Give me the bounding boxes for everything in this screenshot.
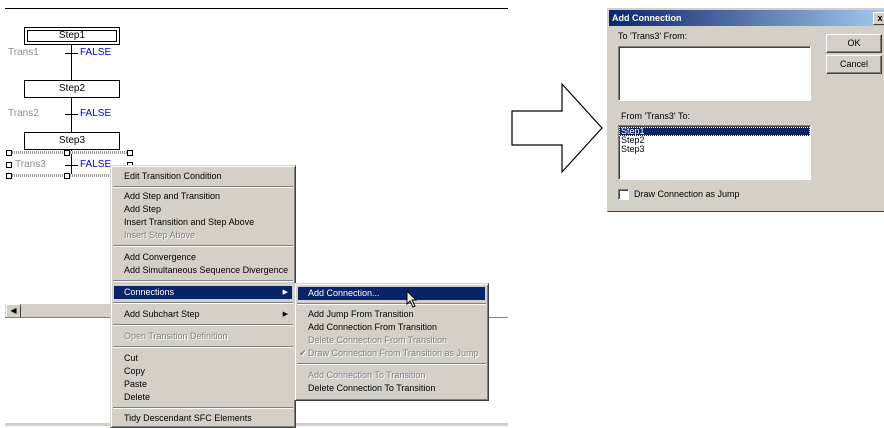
menu-item-add-subchart-step-label: Add Subchart Step — [124, 309, 200, 319]
context-menu: Edit Transition Condition Add Step and T… — [110, 165, 296, 428]
selection-handle[interactable] — [64, 173, 70, 179]
transition-1[interactable]: Trans1 FALSE — [8, 47, 128, 58]
menu-separator — [113, 407, 293, 409]
to-from-listbox[interactable] — [618, 46, 811, 101]
menu-separator — [113, 302, 293, 304]
menu-item-add-step[interactable]: Add Step — [114, 203, 292, 216]
step-1-label: Step1 — [58, 30, 86, 41]
menu-separator — [113, 346, 293, 348]
mouse-cursor-icon — [406, 290, 418, 308]
selection-handle[interactable] — [127, 150, 133, 156]
connections-submenu: Add Connection... Add Jump From Transiti… — [294, 283, 489, 401]
transition-2-value: FALSE — [80, 108, 112, 119]
menu-item-edit-transition-condition[interactable]: Edit Transition Condition — [114, 170, 292, 183]
menu-item-paste[interactable]: Paste — [114, 378, 292, 391]
arrow-right-icon — [511, 82, 603, 174]
scroll-left-icon[interactable]: ◀ — [6, 304, 21, 318]
transition-3-value: FALSE — [80, 159, 112, 170]
menu-item-add-connection[interactable]: Add Connection... — [298, 287, 485, 300]
menu-item-copy[interactable]: Copy — [114, 365, 292, 378]
to-list-label: To 'Trans3' From: — [618, 31, 688, 41]
menu-separator — [113, 186, 293, 188]
list-item[interactable]: Step1 — [619, 127, 810, 136]
selection-handle[interactable] — [6, 173, 12, 179]
menu-item-tidy-descendant-sfc-elements[interactable]: Tidy Descendant SFC Elements — [114, 412, 292, 425]
step-2-label: Step2 — [58, 83, 86, 94]
menu-separator — [297, 303, 486, 305]
draw-as-jump-checkbox[interactable] — [618, 189, 629, 200]
menu-separator — [113, 280, 293, 282]
check-icon: ✔ — [299, 348, 307, 358]
list-item[interactable]: Step3 — [619, 145, 810, 154]
step-3-label: Step3 — [58, 135, 86, 146]
step-2[interactable]: Step2 — [24, 80, 120, 98]
selection-hatch — [8, 151, 132, 154]
add-connection-dialog: Add Connection x To 'Trans3' From: From … — [607, 8, 884, 212]
menu-item-add-convergence[interactable]: Add Convergence — [114, 251, 292, 264]
menu-item-delete-connection-to-transition[interactable]: Delete Connection To Transition — [298, 382, 485, 395]
menu-item-delete[interactable]: Delete — [114, 391, 292, 404]
menu-item-connections-label: Connections — [124, 287, 175, 297]
transition-2-name: Trans2 — [8, 108, 39, 119]
transition-1-name: Trans1 — [8, 47, 39, 58]
step-1[interactable]: Step1 — [24, 27, 120, 45]
menu-item-draw-connection-as-jump: ✔ Draw Connection From Transition as Jum… — [298, 347, 485, 360]
from-list-label: From 'Trans3' To: — [621, 111, 690, 121]
cancel-button[interactable]: Cancel — [826, 55, 882, 74]
menu-separator — [113, 245, 293, 247]
transition-1-value: FALSE — [80, 47, 112, 58]
menu-item-open-transition-definition: Open Transition Definition — [124, 331, 228, 341]
step-3[interactable]: Step3 — [24, 132, 120, 150]
submenu-arrow-icon: ▶ — [282, 311, 288, 318]
transition-3-name: Trans3 — [15, 159, 46, 170]
draw-as-jump-label: Draw Connection as Jump — [634, 189, 740, 199]
menu-item-add-connection-from-transition[interactable]: Add Connection From Transition — [298, 321, 485, 334]
menu-separator — [113, 324, 293, 326]
dialog-titlebar[interactable]: Add Connection x — [609, 10, 884, 26]
ok-button[interactable]: OK — [826, 34, 882, 53]
menu-item-add-jump-from-transition[interactable]: Add Jump From Transition — [298, 308, 485, 321]
selection-handle[interactable] — [6, 150, 12, 156]
selection-handle[interactable] — [64, 150, 70, 156]
connector-line — [71, 61, 72, 80]
menu-item-add-subchart-step[interactable]: Add Subchart Step ▶ — [114, 308, 292, 321]
menu-separator — [297, 363, 486, 365]
transition-2[interactable]: Trans2 FALSE — [8, 108, 128, 119]
menu-item-draw-connection-as-jump-label: Draw Connection From Transition as Jump — [308, 348, 479, 358]
from-to-listbox[interactable]: Step1 Step2 Step3 — [618, 125, 811, 180]
submenu-arrow-icon: ▶ — [282, 289, 288, 296]
menu-item-connections[interactable]: Connections ▶ — [114, 286, 292, 299]
menu-item-insert-step-above: Insert Step Above — [124, 230, 196, 240]
menu-item-add-connection-to-transition: Add Connection To Transition — [308, 370, 426, 380]
horizontal-scrollbar[interactable]: ◀ — [5, 303, 115, 318]
close-icon[interactable]: x — [873, 12, 884, 25]
menu-item-insert-transition-and-step-above[interactable]: Insert Transition and Step Above — [114, 216, 292, 229]
menu-item-delete-connection-from-transition: Delete Connection From Transition — [308, 335, 448, 345]
menu-item-add-simultaneous-sequence-divergence[interactable]: Add Simultaneous Sequence Divergence — [114, 264, 292, 277]
menu-item-add-step-and-transition[interactable]: Add Step and Transition — [114, 190, 292, 203]
menu-item-cut[interactable]: Cut — [114, 352, 292, 365]
dialog-title: Add Connection — [612, 13, 682, 23]
list-item[interactable]: Step2 — [619, 136, 810, 145]
